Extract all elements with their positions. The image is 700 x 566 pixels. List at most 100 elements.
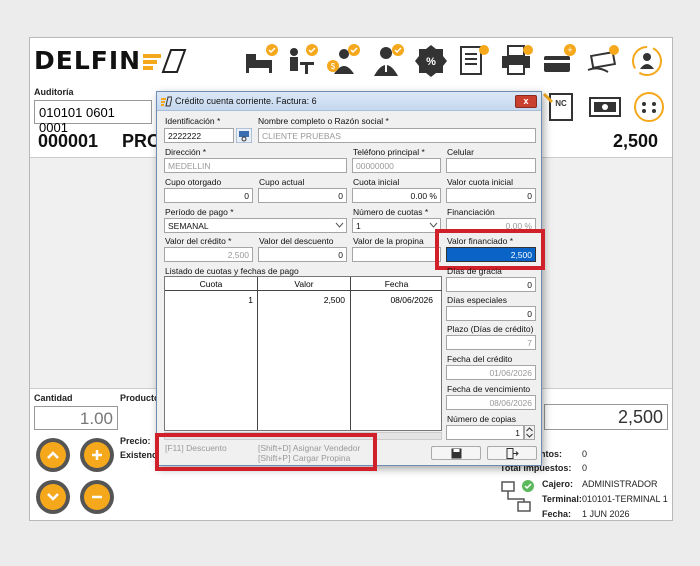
valor-cuota-inicial-field[interactable]: 0 (446, 188, 536, 203)
direccion-label: Dirección * (165, 147, 207, 157)
fecha-vencimiento-field[interactable]: 08/06/2026 (446, 395, 536, 410)
network-terminal-icon (501, 480, 534, 512)
listado-label: Listado de cuotas y fechas de pago (165, 266, 299, 276)
plus-icon (92, 450, 102, 460)
auditoria-label: Auditoría (34, 87, 74, 97)
celular-field[interactable] (446, 158, 536, 173)
line-total: 2,500 (612, 131, 658, 151)
item-code: 000001 (38, 131, 99, 151)
num-copias-field[interactable]: 1 (446, 425, 524, 440)
app-small-icon (161, 96, 172, 107)
cupo-actual-field[interactable]: 0 (258, 188, 347, 203)
celular-label: Celular (447, 147, 474, 157)
customer-money-icon[interactable]: $ (324, 42, 362, 80)
descuentos-value: 0 (582, 449, 588, 459)
cupo-otorgado-field[interactable]: 0 (164, 188, 253, 203)
column-header-valor[interactable]: Valor (258, 277, 351, 291)
cajero-value: ADMINISTRADOR (582, 479, 658, 489)
close-button[interactable]: x (515, 95, 537, 108)
table-cell-fecha: 08/06/2026 (390, 295, 433, 305)
table-cell-valor: 2,500 (323, 295, 345, 305)
product-name: PRC (122, 131, 161, 151)
valor-propina-field[interactable] (352, 247, 441, 262)
dias-especiales-label: Días especiales (447, 295, 508, 305)
cantidad-label: Cantidad (34, 393, 73, 403)
nombre-label: Nombre completo o Razón social * (258, 116, 389, 126)
periodo-select[interactable]: SEMANAL (164, 218, 347, 233)
dialog-titlebar: Crédito cuenta corriente. Factura: 6 x (157, 92, 541, 111)
terminal-label: Terminal: (542, 494, 582, 504)
seller-icon[interactable] (368, 42, 406, 80)
highlight-valor-financiado (435, 229, 545, 270)
minus-icon (92, 495, 102, 499)
direccion-field[interactable]: MEDELLIN (164, 158, 347, 173)
more-options-icon[interactable] (630, 88, 668, 126)
cupo-actual-label: Cupo actual (259, 177, 305, 187)
num-cuotas-select[interactable]: 1 (352, 218, 441, 233)
cuotas-table[interactable]: Cuota Valor Fecha 1 2,500 08/06/2026 (164, 276, 442, 431)
descuentos-label: ntos: (540, 449, 562, 459)
waiter-table-icon[interactable] (282, 42, 320, 80)
valor-descuento-label: Valor del descuento (259, 236, 334, 246)
cash-hand-icon[interactable] (584, 42, 622, 80)
refresh-user-icon[interactable] (628, 42, 666, 80)
price-display: 2,500 (544, 404, 668, 430)
exit-button[interactable] (487, 446, 537, 460)
hotel-bed-icon[interactable] (242, 42, 280, 80)
total-impuestos-value: 0 (582, 463, 588, 473)
stepper-arrows-icon (526, 427, 533, 438)
scroll-down-button[interactable] (36, 480, 70, 514)
nombre-field[interactable]: CLIENTE PRUEBAS (258, 128, 536, 143)
increase-button[interactable] (80, 438, 114, 472)
periodo-label: Período de pago * (165, 207, 234, 217)
dialog-title: Crédito cuenta corriente. Factura: 6 (175, 96, 317, 106)
document-icon[interactable] (454, 42, 492, 80)
fecha-credito-field[interactable]: 01/06/2026 (446, 365, 536, 380)
cash-register-icon[interactable] (586, 88, 624, 126)
highlight-shortcuts (155, 433, 377, 471)
num-cuotas-label: Número de cuotas * (353, 207, 429, 217)
identificacion-label: Identificación * (165, 116, 221, 126)
fecha-credito-label: Fecha del crédito (447, 354, 513, 364)
chevron-down-icon (47, 493, 59, 501)
quantity-field[interactable]: 1.00 (34, 406, 118, 430)
cuota-inicial-field[interactable]: 0.00 % (352, 188, 441, 203)
discount-icon[interactable]: % (412, 42, 450, 80)
credit-note-icon[interactable]: NC (542, 88, 580, 126)
dias-gracia-field[interactable]: 0 (446, 277, 536, 292)
dias-especiales-field[interactable]: 0 (446, 306, 536, 321)
column-header-fecha[interactable]: Fecha (351, 277, 442, 291)
chevron-up-icon (47, 451, 59, 459)
auditoria-field[interactable]: 010101 0601 0001 (34, 100, 152, 135)
credit-dialog: Crédito cuenta corriente. Factura: 6 x I… (155, 91, 545, 471)
precio-label: Precio: (120, 436, 151, 446)
delfin-logo: DELFIN (34, 46, 142, 75)
dias-gracia-label: Días de gracia (447, 266, 502, 276)
card-payment-icon[interactable]: + (540, 42, 578, 80)
logo-mark-icon (143, 49, 187, 73)
fecha-vencimiento-label: Fecha de vencimiento (447, 384, 531, 394)
cajero-label: Cajero: (542, 479, 574, 489)
producto-label: Producto (120, 393, 160, 403)
plazo-label: Plazo (Días de crédito) (447, 324, 534, 334)
search-client-icon[interactable] (236, 128, 252, 143)
valor-descuento-field[interactable]: 0 (258, 247, 347, 262)
fecha-value: 1 JUN 2026 (582, 509, 630, 519)
svg-text:%: % (426, 56, 436, 68)
num-copias-label: Número de copias (447, 414, 516, 424)
decrease-button[interactable] (80, 480, 114, 514)
chevron-down-icon (429, 222, 438, 228)
valor-cuota-inicial-label: Valor cuota inicial (447, 177, 513, 187)
svg-text:+: + (567, 45, 572, 55)
scroll-up-button[interactable] (36, 438, 70, 472)
cuota-inicial-label: Cuota inicial (353, 177, 400, 187)
cupo-otorgado-label: Cupo otorgado (165, 177, 222, 187)
printer-icon[interactable] (498, 42, 536, 80)
plazo-field[interactable]: 7 (446, 335, 536, 350)
telefono-field[interactable]: 00000000 (352, 158, 441, 173)
save-button[interactable] (431, 446, 481, 460)
column-header-cuota[interactable]: Cuota (165, 277, 258, 291)
identificacion-field[interactable]: 2222222 (164, 128, 234, 143)
copias-stepper[interactable] (524, 425, 535, 440)
valor-credito-field[interactable]: 2,500 (164, 247, 253, 262)
